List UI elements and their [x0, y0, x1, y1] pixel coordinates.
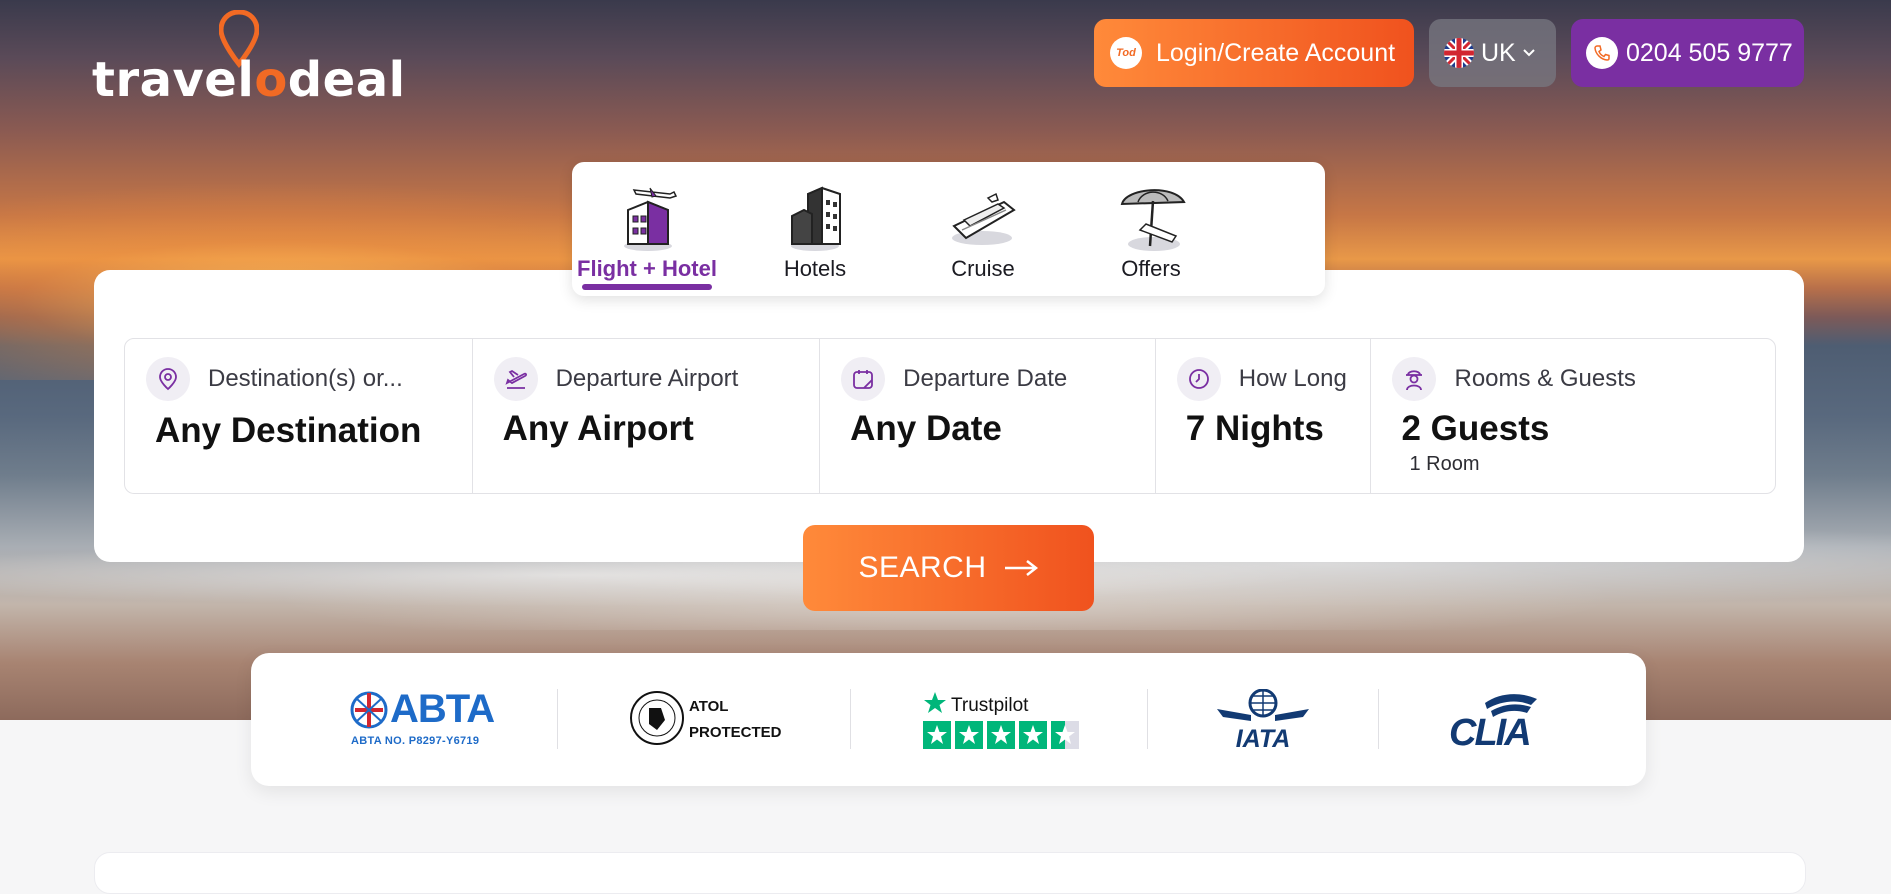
abta-globe-icon	[350, 691, 388, 729]
iata-logo: IATA	[1217, 688, 1309, 753]
calendar-icon	[841, 357, 886, 401]
destination-label: Destination(s) or...	[208, 365, 403, 392]
departure-airport-value: Any Airport	[502, 409, 694, 448]
buildings-icon	[791, 186, 841, 251]
search-button[interactable]: SEARCH	[803, 525, 1094, 611]
atol-line2: PROTECTED	[689, 724, 782, 741]
search-fields: Destination(s) or... Any Destination Dep…	[124, 338, 1776, 494]
abta-name: ABTA	[390, 687, 495, 731]
departure-airport-label: Departure Airport	[555, 365, 739, 392]
trustpilot-name: Trustpilot	[951, 695, 1029, 716]
phone-icon	[1586, 37, 1618, 69]
destination-value: Any Destination	[155, 411, 422, 450]
guests-value: 2 Guests	[1401, 409, 1550, 448]
plane-departure-icon	[493, 357, 538, 401]
tab-hotels-label: Hotels	[783, 256, 847, 281]
iata-badge[interactable]: IATA	[1217, 688, 1309, 754]
trustpilot-star-icon	[924, 692, 946, 713]
clock-icon	[1176, 357, 1221, 401]
plane-hotel-icon	[624, 187, 678, 251]
how-long-field[interactable]: How Long 7 Nights	[1156, 339, 1372, 493]
travelodeal-logo[interactable]: travelodeal	[92, 10, 405, 108]
location-pin-icon	[146, 357, 190, 401]
phone-number: 0204 505 9777	[1626, 38, 1793, 67]
search-label: SEARCH	[858, 551, 987, 584]
chevron-down-icon	[1523, 49, 1535, 57]
tab-cruise[interactable]: Cruise	[908, 162, 1058, 296]
guests-icon	[1392, 357, 1437, 401]
locale-label: UK	[1481, 38, 1516, 67]
tab-hotels[interactable]: Hotels	[740, 162, 890, 296]
logo-wordmark: travelodeal	[92, 52, 406, 108]
login-create-account-button[interactable]: Tod Login/Create Account	[1094, 19, 1414, 87]
uk-flag-icon	[1444, 38, 1474, 68]
trust-badges-bar: ABTA ABTA NO. P8297-Y6719 ATOL PROTECTED…	[251, 653, 1646, 786]
tab-flight-hotel[interactable]: Flight + Hotel	[572, 162, 722, 296]
divider	[557, 689, 558, 749]
cruise-ship-icon	[952, 192, 1016, 245]
tod-badge-icon: Tod	[1110, 37, 1142, 69]
search-panel: Destination(s) or... Any Destination Dep…	[94, 270, 1804, 562]
phone-call-button[interactable]: 0204 505 9777	[1571, 19, 1804, 87]
svg-text:IATA: IATA	[1236, 725, 1291, 749]
abta-number: ABTA NO. P8297-Y6719	[351, 735, 480, 747]
clia-badge[interactable]: CLIA	[1447, 689, 1547, 754]
tab-flight-hotel-label: Flight + Hotel	[577, 256, 717, 281]
clia-logo: CLIA	[1449, 694, 1537, 754]
tab-offers[interactable]: Offers	[1076, 162, 1226, 296]
tab-offers-label: Offers	[1121, 256, 1181, 281]
product-tabs: Flight + Hotel Hotels Cruise Offers	[572, 162, 1325, 296]
tab-cruise-label: Cruise	[951, 256, 1015, 281]
arrow-right-icon	[1004, 560, 1038, 576]
active-tab-indicator	[582, 284, 712, 290]
atol-line1: ATOL	[689, 698, 729, 715]
divider	[850, 689, 851, 749]
locale-selector[interactable]: UK	[1429, 19, 1556, 87]
departure-date-field[interactable]: Departure Date Any Date	[820, 339, 1156, 493]
rooms-value: 1 Room	[1409, 453, 1480, 475]
svg-text:CLIA: CLIA	[1449, 712, 1530, 749]
login-label: Login/Create Account	[1156, 38, 1396, 67]
departure-airport-field[interactable]: Departure Airport Any Airport	[473, 339, 821, 493]
rooms-guests-label: Rooms & Guests	[1454, 365, 1636, 392]
rooms-guests-field[interactable]: Rooms & Guests 2 Guests 1 Room	[1371, 339, 1775, 493]
departure-date-value: Any Date	[850, 409, 1002, 448]
divider	[1378, 689, 1379, 749]
how-long-label: How Long	[1238, 365, 1347, 392]
departure-date-label: Departure Date	[903, 365, 1068, 392]
atol-seal-icon	[630, 691, 684, 745]
destination-field[interactable]: Destination(s) or... Any Destination	[125, 339, 473, 493]
content-card	[94, 852, 1806, 894]
how-long-value: 7 Nights	[1185, 409, 1324, 448]
divider	[1147, 689, 1148, 749]
trustpilot-rating-stars	[923, 721, 1079, 749]
beach-umbrella-icon	[1120, 189, 1186, 251]
